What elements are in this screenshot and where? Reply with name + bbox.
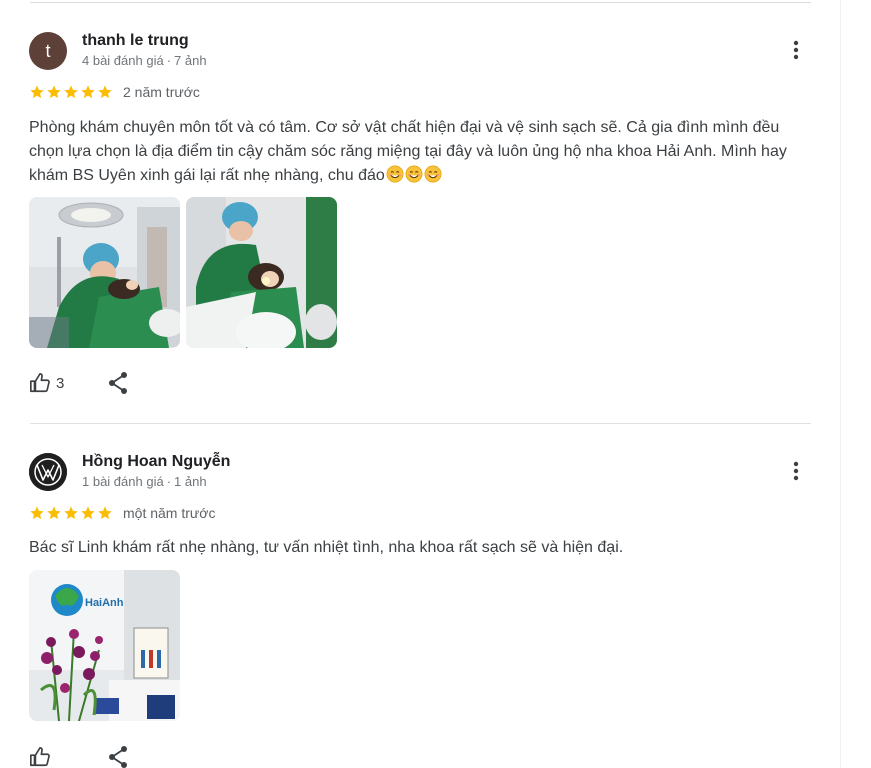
star-rating [29, 84, 113, 100]
like-button[interactable] [29, 746, 56, 768]
star-icon [64, 506, 78, 520]
reviewer-name[interactable]: thanh le trung [82, 32, 189, 50]
star-icon [81, 85, 95, 99]
review-photo[interactable]: HaiAnh [29, 570, 180, 721]
review-photo[interactable] [186, 197, 337, 348]
review-date: 2 năm trước [123, 84, 200, 100]
review-divider [30, 423, 811, 424]
scroll-edge [840, 0, 841, 768]
avatar[interactable] [29, 453, 67, 491]
reviewer-meta: 4 bài đánh giá · 7 ảnh [82, 53, 207, 68]
review-text: Bác sĩ Linh khám rất nhẹ nhàng, tư vấn n… [29, 539, 624, 556]
thumb-up-icon [30, 747, 50, 767]
star-icon [47, 506, 61, 520]
star-icon [81, 506, 95, 520]
rating-row: một năm trước [29, 504, 215, 522]
photo-count: 7 ảnh [174, 53, 207, 68]
thumb-up-icon [30, 373, 50, 393]
rating-row: 2 năm trước [29, 83, 200, 101]
review-actions [29, 744, 127, 768]
share-button[interactable] [107, 370, 129, 401]
more-vert-icon [793, 40, 799, 60]
more-options-button[interactable] [784, 38, 808, 62]
review-count: 1 bài đánh giá [82, 474, 164, 489]
reviewer-meta: 1 bài đánh giá · 1 ảnh [82, 474, 207, 489]
star-icon [30, 506, 44, 520]
star-icon [98, 506, 112, 520]
smiling-face-icon [386, 165, 404, 183]
avatar-letter: t [45, 41, 51, 61]
share-icon [109, 372, 127, 394]
smiling-face-icon [424, 165, 442, 183]
dental-exam-photo-icon [29, 197, 180, 348]
avatar[interactable]: t [29, 32, 67, 70]
alan-walker-logo-icon [29, 453, 67, 491]
star-icon [98, 85, 112, 99]
review-photo[interactable] [29, 197, 180, 348]
clinic-reception-photo-icon: HaiAnh [29, 570, 180, 721]
more-vert-icon [793, 461, 799, 481]
photo-count: 1 ảnh [174, 474, 207, 489]
review-date: một năm trước [123, 505, 216, 521]
more-options-button[interactable] [784, 459, 808, 483]
star-rating [29, 505, 113, 521]
star-icon [30, 85, 44, 99]
star-icon [64, 85, 78, 99]
like-button[interactable]: 3 [29, 372, 64, 394]
review-text-block: Phòng khám chuyên môn tốt và có tâm. Cơ … [29, 116, 809, 188]
share-button[interactable] [107, 744, 129, 768]
like-count: 3 [56, 374, 65, 392]
dental-exam-photo-icon [186, 197, 337, 348]
top-divider [30, 2, 811, 3]
review-actions: 3 [29, 370, 127, 396]
reviewer-name[interactable]: Hồng Hoan Nguyễn [82, 453, 230, 471]
star-icon [47, 85, 61, 99]
review-count: 4 bài đánh giá [82, 53, 164, 68]
share-icon [109, 746, 127, 768]
smiling-face-icon [405, 165, 423, 183]
svg-text:HaiAnh: HaiAnh [85, 597, 124, 609]
